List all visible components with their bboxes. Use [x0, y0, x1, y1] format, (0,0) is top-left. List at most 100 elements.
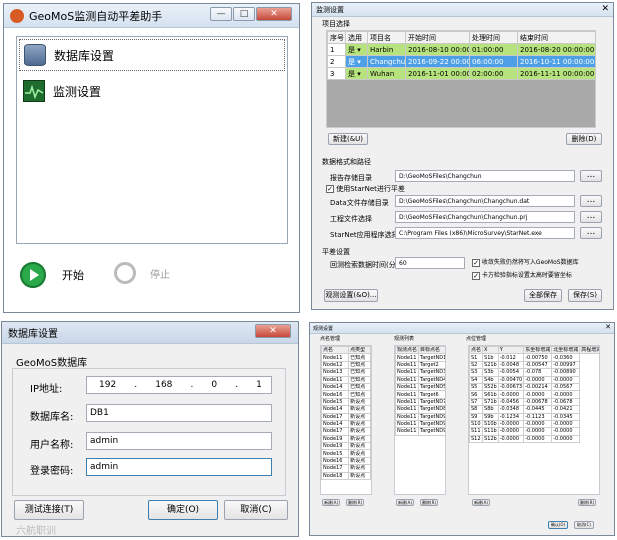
test-connection-button[interactable]: 测试连接(T): [14, 500, 84, 520]
add-obs-button[interactable]: 新建(A): [396, 499, 414, 506]
use-select[interactable]: 是 ▾: [345, 43, 368, 56]
table-row[interactable]: S5 S52b -0.00673 -0.00214 -0.0567: [469, 382, 600, 392]
observation-settings-button[interactable]: 观测设置(&O)...: [324, 289, 378, 302]
add-point-button[interactable]: 新建(A): [322, 499, 340, 506]
table-row[interactable]: S4 S4b -0.00470 -0.0000 -0.0000: [469, 375, 600, 384]
remove-obs-button[interactable]: 删除(R): [420, 499, 438, 506]
table-row[interactable]: Node11 TargetND9: [395, 419, 445, 429]
close-button[interactable]: ✕: [255, 324, 291, 338]
add-pos-button[interactable]: 新建(A): [472, 499, 490, 506]
table-row[interactable]: Node12 已知点: [321, 360, 371, 370]
table-row[interactable]: Node16 已知点: [321, 390, 371, 399]
confirm-button[interactable]: 确认(O): [548, 521, 568, 529]
table-cell: -0.0000: [551, 427, 581, 436]
start-button[interactable]: 开始: [20, 262, 84, 288]
table-row[interactable]: Node15 新设点: [321, 397, 371, 407]
start-time-cell: 2016-09-22 00:00:00: [405, 55, 470, 68]
table-row[interactable]: Node14 已知点: [321, 382, 371, 392]
password-field[interactable]: admin: [86, 458, 272, 476]
table-row[interactable]: Node11 Target2: [395, 360, 445, 370]
table-row[interactable]: Node17 新设点: [321, 464, 371, 473]
table-row[interactable]: Node11 TargetND3: [395, 368, 445, 377]
user-field[interactable]: admin: [86, 432, 272, 450]
cancel-button[interactable]: 取消(C): [224, 500, 288, 520]
table-row[interactable]: Node18 新设点: [321, 471, 371, 481]
table-cell: S9b: [482, 412, 499, 421]
table-cell: S11b: [482, 427, 499, 436]
data-dir-browse-button[interactable]: ...: [580, 195, 602, 207]
column-header: 目标点名: [418, 346, 445, 355]
table-row[interactable]: S2 S21b -0.0048 -0.00547 -0.00997: [469, 360, 600, 370]
table-row[interactable]: Node17 新设点: [321, 427, 371, 436]
table-row[interactable]: Node13 已知点: [321, 368, 371, 377]
table-row[interactable]: Node15 新设点: [321, 449, 371, 458]
table-cell: 已知点: [348, 360, 371, 370]
table-cell: 新设点: [348, 456, 371, 466]
project-file-browse-button[interactable]: ...: [580, 211, 602, 223]
close-button[interactable]: ✕: [256, 7, 292, 21]
table-row[interactable]: S8 S8b -0.0348 -0.0445 -0.0421: [469, 405, 600, 414]
table-row[interactable]: S12 S12b -0.0000 -0.0000 -0.0000: [469, 434, 600, 444]
table-cell: -0.012: [497, 353, 525, 362]
table-row[interactable]: Node17 新设点: [321, 412, 371, 421]
table-row[interactable]: Node11 TargetND9: [395, 427, 445, 436]
table-row[interactable]: Node11 TargetND7: [395, 397, 445, 407]
ip-address-field[interactable]: 192. 168. 0. 1: [86, 376, 272, 394]
maximize-button[interactable]: □: [233, 7, 255, 21]
data-dir-field[interactable]: D:\GeoMoSFiles\Changchun\Changchun.dat: [395, 195, 575, 207]
table-row[interactable]: Node14 新设点: [321, 405, 371, 414]
interval-field[interactable]: 60: [395, 257, 465, 269]
starnet-path-browse-button[interactable]: ...: [580, 227, 602, 239]
remove-point-button[interactable]: 删除(R): [346, 499, 364, 506]
table-row[interactable]: Node19 新设点: [321, 434, 371, 444]
option-converge-checkbox[interactable]: ✓ 收敛失败仍然将写入GeoMoS数据库: [472, 257, 579, 267]
table-row[interactable]: Node11 TargetND5: [395, 382, 445, 392]
table-row[interactable]: 1 是 ▾ Harbin 2016-08-10 00:00:00 01:00:0…: [327, 43, 596, 56]
table-row[interactable]: S3 S3b -0.0054 -0.078 -0.00890: [469, 368, 600, 377]
cancel-button[interactable]: 取消(C): [574, 521, 594, 529]
menu-item-database-settings[interactable]: 数据库设置: [19, 39, 285, 71]
close-button[interactable]: ✕: [601, 4, 609, 14]
project-file-field[interactable]: D:\GeoMoSFiles\Changchun\Changchun.prj: [395, 211, 575, 223]
table-row[interactable]: Node11 已知点: [321, 375, 371, 384]
starnet-path-field[interactable]: C:\Program Files (x86)\MicroSurvey\StarN…: [395, 227, 575, 239]
table-row[interactable]: Node19 新设点: [321, 442, 371, 451]
minimize-button[interactable]: —: [210, 7, 232, 21]
close-button[interactable]: ✕: [605, 323, 611, 331]
table-row[interactable]: S1 S1b -0.012 -0.00750 -0.0360: [469, 353, 600, 362]
save-all-button[interactable]: 全部保存: [524, 289, 562, 302]
table-cell: TargetND9: [418, 412, 446, 421]
option-chisq-checkbox[interactable]: ✓ 卡方检验指标设置太高时要留坐标: [472, 270, 572, 280]
project-name-cell: Harbin: [367, 43, 406, 56]
table-cell: TargetND1: [418, 353, 446, 362]
table-row[interactable]: S9 S9b -0.1234 -0.1123 -0.0345: [469, 412, 600, 421]
table-row[interactable]: Node11 Target6: [395, 390, 445, 399]
use-select[interactable]: 是 ▾: [345, 55, 368, 68]
remove-pos-button[interactable]: 删除(R): [578, 499, 596, 506]
table-row[interactable]: Node11 TargetND4: [395, 375, 445, 384]
table-row[interactable]: Node11 TargetND1: [395, 353, 446, 362]
ok-button[interactable]: 确定(O): [148, 500, 218, 520]
table-cell: S11: [469, 427, 484, 436]
table-row[interactable]: S11 S11b -0.0000 -0.0000 -0.0000: [469, 427, 600, 436]
delete-project-button[interactable]: 删除(D): [566, 133, 602, 145]
table-row[interactable]: Node11 TargetND9: [395, 412, 446, 421]
table-row[interactable]: 3 是 ▾ Wuhan 2016-11-01 00:00:00 02:00:00…: [327, 67, 596, 80]
use-starnet-checkbox[interactable]: ✓ 使用StarNet进行平差: [326, 184, 405, 194]
report-dir-field[interactable]: D:\GeoMoSFiles\Changchun: [395, 170, 575, 182]
table-row[interactable]: Node11 已知点: [321, 353, 371, 362]
dbname-field[interactable]: DB1: [86, 404, 272, 422]
table-row[interactable]: Node14 新设点: [321, 419, 371, 429]
table-row[interactable]: S7 S71b -0.0456 -0.00678 -0.0678: [469, 397, 600, 407]
table-row[interactable]: Node11 TargetND8: [395, 405, 445, 414]
table-row[interactable]: Node16 新设点: [321, 456, 371, 466]
use-select[interactable]: 是 ▾: [345, 67, 368, 80]
stop-button[interactable]: 停止: [114, 262, 170, 284]
table-row[interactable]: S6 S61b -0.0000 -0.0000 -0.0000: [469, 390, 600, 399]
menu-item-monitor-settings[interactable]: 监测设置: [19, 75, 285, 107]
new-project-button[interactable]: 新建(&U): [328, 133, 368, 145]
table-row[interactable]: 2 是 ▾ Changchun 2016-09-22 00:00:00 06:0…: [327, 55, 596, 68]
report-dir-browse-button[interactable]: ...: [580, 170, 602, 182]
save-button[interactable]: 保存(S): [568, 289, 602, 302]
table-row[interactable]: S10 S10b -0.0000 -0.0000 -0.0000: [469, 419, 600, 429]
